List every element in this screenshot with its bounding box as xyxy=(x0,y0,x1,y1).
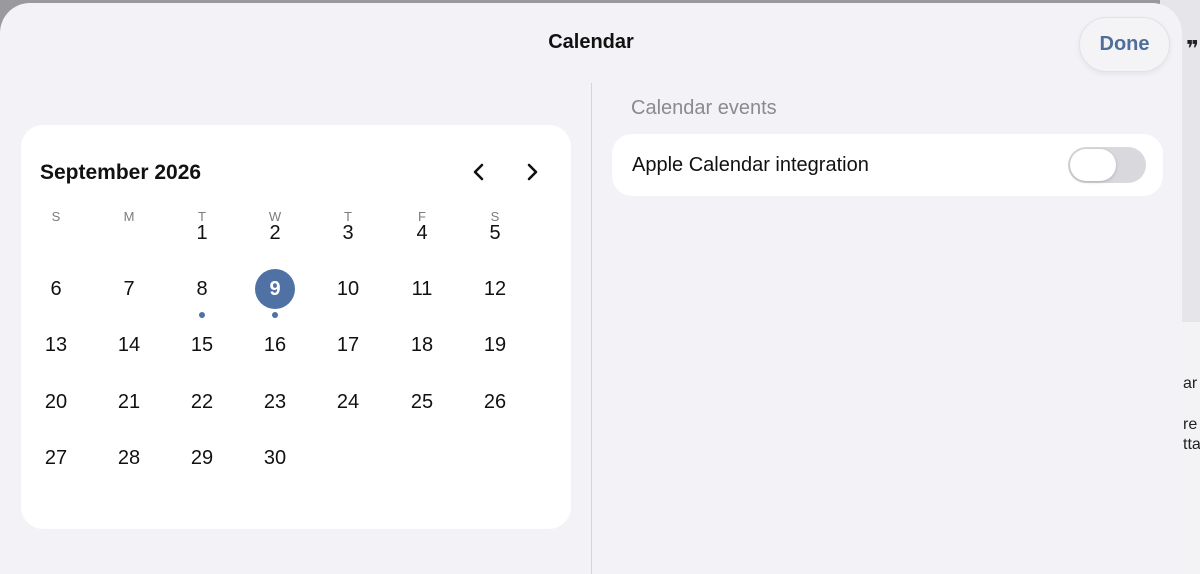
background-text-line: re xyxy=(1183,416,1198,433)
calendar-day[interactable]: 7 xyxy=(109,269,149,309)
calendar-day[interactable]: 15 xyxy=(182,325,222,365)
calendar-sheet: Calendar Done September 2026 SMTWTFS 123… xyxy=(0,3,1182,574)
calendar-day[interactable]: 22 xyxy=(182,382,222,422)
calendar-day[interactable]: 25 xyxy=(402,382,442,422)
calendar-day[interactable]: 23 xyxy=(255,382,295,422)
chevron-left-icon xyxy=(473,163,484,181)
section-header: Calendar events xyxy=(631,97,777,119)
apple-calendar-integration-toggle[interactable] xyxy=(1068,147,1146,183)
background-text-line: tta xyxy=(1183,436,1200,453)
calendar-day[interactable]: 6 xyxy=(36,269,76,309)
calendar-day[interactable]: 10 xyxy=(328,269,368,309)
toggle-knob xyxy=(1070,149,1116,181)
calendar-day[interactable]: 1 xyxy=(182,213,222,253)
pane-divider xyxy=(591,83,592,574)
selected-day[interactable]: 9 xyxy=(255,269,295,309)
event-indicator-dot xyxy=(272,312,278,318)
event-indicator-dot xyxy=(199,312,205,318)
chevron-right-icon xyxy=(527,163,538,181)
calendar-day[interactable]: 5 xyxy=(475,213,515,253)
calendar-day[interactable]: 30 xyxy=(255,438,295,478)
calendar-day[interactable]: 12 xyxy=(475,269,515,309)
calendar-day[interactable]: 3 xyxy=(328,213,368,253)
calendar-day[interactable]: 21 xyxy=(109,382,149,422)
calendar-day[interactable]: 24 xyxy=(328,382,368,422)
calendar-day[interactable]: 2 xyxy=(255,213,295,253)
calendar-day[interactable]: 16 xyxy=(255,325,295,365)
calendar-day[interactable]: 11 xyxy=(402,269,442,309)
calendar-day[interactable]: 28 xyxy=(109,438,149,478)
calendar-day[interactable]: 14 xyxy=(109,325,149,365)
calendar-day[interactable]: 8 xyxy=(182,269,222,309)
sheet-title: Calendar xyxy=(548,31,634,53)
calendar-day[interactable]: 27 xyxy=(36,438,76,478)
done-button[interactable]: Done xyxy=(1079,17,1170,72)
calendar-day[interactable]: 29 xyxy=(182,438,222,478)
calendar-day[interactable]: 18 xyxy=(402,325,442,365)
calendar-day[interactable]: 19 xyxy=(475,325,515,365)
next-month-button[interactable] xyxy=(517,157,547,187)
month-title: September 2026 xyxy=(40,161,202,184)
calendar-day[interactable]: 17 xyxy=(328,325,368,365)
calendar-card: September 2026 SMTWTFS 1 2 3 4 5 6 7 8 9 10 11 12 13… xyxy=(21,125,571,529)
apple-calendar-integration-row: Apple Calendar integration xyxy=(612,134,1163,196)
weekday-label: S xyxy=(51,209,61,224)
calendar-day[interactable]: 4 xyxy=(402,213,442,253)
background-text-line: ar xyxy=(1183,375,1198,392)
calendar-day[interactable]: 26 xyxy=(475,382,515,422)
previous-month-button[interactable] xyxy=(464,157,494,187)
background-quote-glyph: ❞ xyxy=(1186,36,1199,61)
calendar-day[interactable]: 20 xyxy=(36,382,76,422)
weekday-label: M xyxy=(123,209,135,224)
calendar-day[interactable]: 13 xyxy=(36,325,76,365)
setting-label: Apple Calendar integration xyxy=(632,154,869,176)
